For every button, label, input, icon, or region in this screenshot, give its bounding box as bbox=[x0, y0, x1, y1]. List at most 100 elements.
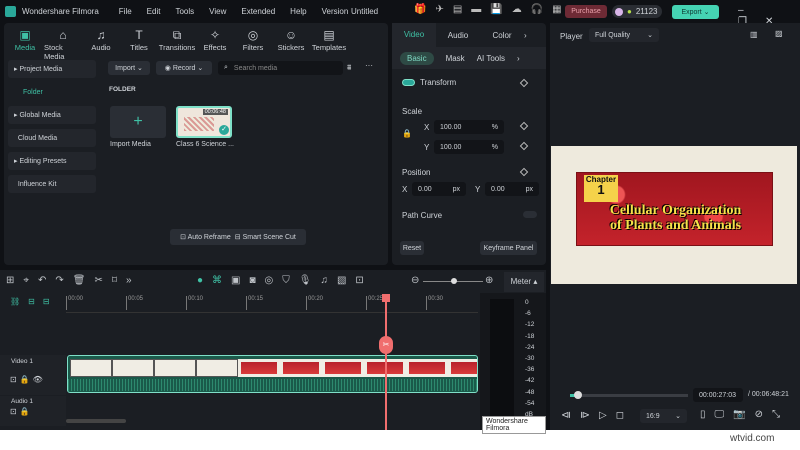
ruler-tick: 00:25 bbox=[366, 296, 383, 310]
video-clip[interactable] bbox=[67, 355, 478, 393]
position-y-input[interactable]: 0.00 px bbox=[485, 182, 539, 196]
grid-icon[interactable]: ▥ bbox=[750, 30, 758, 39]
auto-reframe-button[interactable]: ⊡ Auto Reframe bbox=[180, 233, 231, 241]
menu-tools[interactable]: Tools bbox=[175, 7, 194, 16]
tab-stickers[interactable]: ☺ Stickers bbox=[272, 28, 310, 61]
meter-toggle[interactable]: Meter ▴ bbox=[504, 272, 544, 292]
tab-transitions[interactable]: ⧉ Transitions bbox=[158, 28, 196, 61]
tab-video[interactable]: Video bbox=[392, 23, 436, 47]
label: Project Media bbox=[19, 65, 63, 73]
chevron-right-icon[interactable]: › bbox=[517, 54, 520, 63]
chapter-tag: Chapter 1 bbox=[584, 175, 618, 202]
export-button[interactable]: Export ⌄ bbox=[672, 5, 719, 19]
clip-duration: 00:06:48 bbox=[202, 109, 228, 115]
timeline-scrollbar[interactable] bbox=[66, 419, 126, 423]
tab-audio[interactable]: Audio bbox=[436, 31, 480, 40]
path-curve-toggle[interactable] bbox=[523, 211, 537, 218]
menu-view[interactable]: View bbox=[209, 7, 226, 16]
tab-label: Titles bbox=[130, 43, 148, 52]
scale-y-input[interactable]: 100.00% bbox=[434, 140, 504, 154]
more-icon[interactable]: ··· bbox=[365, 61, 373, 70]
track-controls[interactable]: ⊡🔒 bbox=[10, 407, 33, 416]
zoom-in-icon[interactable]: ⊕ bbox=[485, 275, 493, 286]
credits-badge[interactable]: ● 21123 bbox=[612, 5, 662, 18]
ruler-tick: 00:00 bbox=[66, 296, 83, 310]
record-dropdown[interactable]: ◉ Record ⌄ bbox=[156, 61, 212, 75]
filmora-window: Wondershare Filmora File Edit Tools View Ext… bbox=[0, 0, 800, 434]
sidebar-folder[interactable]: Folder bbox=[8, 83, 96, 101]
scale-x-input[interactable]: 100.00% bbox=[434, 120, 504, 134]
lock-icon[interactable]: 🔒 bbox=[402, 129, 412, 138]
clip-frame bbox=[280, 359, 322, 377]
reset-button[interactable]: Reset bbox=[400, 241, 424, 255]
menu-edit[interactable]: Edit bbox=[147, 7, 161, 16]
media-sidebar: ▸ Project Media Folder ▸ Global Media Cl… bbox=[8, 60, 96, 198]
subtab-basic[interactable]: Basic bbox=[400, 51, 434, 65]
keyframe-icon[interactable] bbox=[519, 121, 529, 131]
sidebar-project-media[interactable]: ▸ Project Media bbox=[8, 60, 96, 78]
property-subtabs: Basic Mask AI Tools › bbox=[392, 47, 546, 69]
sidebar-item[interactable]: ▸ Global Media bbox=[8, 106, 96, 124]
tab-templates[interactable]: ▤ Templates bbox=[310, 28, 348, 61]
tab-filters[interactable]: ◎ Filters bbox=[234, 28, 272, 61]
import-media-button[interactable]: + bbox=[110, 106, 166, 138]
image-icon[interactable]: ▨ bbox=[775, 29, 783, 38]
current-time[interactable]: 00:00:27:03 bbox=[693, 388, 743, 402]
keyframe-icon[interactable] bbox=[519, 141, 529, 151]
track-controls[interactable]: ⊡🔒👁 bbox=[10, 375, 46, 384]
tab-label: Stickers bbox=[277, 43, 305, 52]
keyframe-icon[interactable] bbox=[519, 167, 529, 177]
purchase-button[interactable]: Purchase bbox=[565, 5, 607, 18]
watermark: wtvid.com bbox=[730, 433, 775, 444]
tab-effects[interactable]: ✧ Effects bbox=[196, 28, 234, 61]
audio-meter: 0 -6 -12 -18 -24 -30 -36 -42 -48 -54 dB bbox=[480, 293, 546, 430]
playback-controls[interactable]: ⧏⧐▷◻ bbox=[561, 410, 633, 421]
import-dropdown[interactable]: Import ⌄ bbox=[108, 61, 150, 75]
scissors-icon[interactable]: ✂ bbox=[379, 336, 393, 354]
smart-scene-cut-button[interactable]: ⊟ Smart Scene Cut bbox=[235, 233, 296, 241]
toolbar-icons[interactable]: 🎁✈▤▬💾☁🎧▦ bbox=[414, 4, 571, 15]
audio-track-header: Audio 1 ⊡🔒 bbox=[0, 396, 66, 426]
keyframe-icon[interactable] bbox=[519, 78, 529, 88]
title-bar: Wondershare Filmora File Edit Tools View Ext… bbox=[0, 0, 800, 27]
label: Record bbox=[172, 64, 196, 72]
subtab-mask[interactable]: Mask bbox=[446, 54, 465, 63]
sidebar-item[interactable]: Influence Kit bbox=[8, 175, 96, 193]
playhead[interactable]: ✂ bbox=[379, 294, 393, 430]
video-banner: Chapter 1 Cellular Organization of Plants … bbox=[576, 172, 773, 246]
playback-slider[interactable] bbox=[570, 391, 688, 399]
filter-icon[interactable]: ⩩ bbox=[347, 63, 351, 73]
timeline-ruler[interactable]: 00:00 00:05 00:10 00:15 00:20 00:25 00:30 bbox=[66, 293, 478, 313]
keyframe-panel-button[interactable]: Keyframe Panel bbox=[480, 241, 537, 255]
player-tools[interactable]: ▯🖵📷⊘⤡ bbox=[700, 409, 789, 420]
menu-file[interactable]: File bbox=[119, 7, 132, 16]
credit-icon: ● bbox=[627, 7, 632, 16]
sidebar-item[interactable]: Cloud Media bbox=[8, 129, 96, 147]
aspect-ratio-dropdown[interactable]: 16:9 ⌄ bbox=[640, 409, 687, 423]
tab-stock-media[interactable]: ⌂ Stock Media bbox=[44, 28, 82, 61]
label: Global Media bbox=[19, 111, 61, 119]
tab-media[interactable]: ▣ Media bbox=[6, 28, 44, 61]
ai-tools[interactable]: ●⌘▣◙◎⛉🎙♫▧⊡ bbox=[197, 275, 373, 286]
tab-color[interactable]: Color bbox=[480, 31, 524, 40]
menu-version[interactable]: Version bbox=[322, 7, 349, 16]
quality-dropdown[interactable]: Full Quality ⌄ bbox=[589, 28, 659, 42]
track-tools[interactable]: ⛓⊟⊟ bbox=[10, 297, 58, 306]
tab-audio[interactable]: ♫ Audio bbox=[82, 28, 120, 61]
edit-tools[interactable]: ⊞⌖↶↷🗑✂⌑» bbox=[6, 275, 141, 286]
media-clip-thumbnail[interactable]: 00:06:48 ✓ bbox=[176, 106, 232, 138]
position-x-input[interactable]: 0.00 px bbox=[412, 182, 466, 196]
zoom-slider[interactable] bbox=[423, 278, 483, 284]
sidebar-item[interactable]: ▸ Editing Presets bbox=[8, 152, 96, 170]
chevron-right-icon[interactable]: › bbox=[524, 31, 527, 40]
menu-help[interactable]: Help bbox=[290, 7, 306, 16]
avatar bbox=[615, 7, 623, 16]
menu-extended[interactable]: Extended bbox=[241, 7, 275, 16]
subtab-ai-tools[interactable]: AI Tools bbox=[477, 54, 505, 63]
tab-titles[interactable]: T Titles bbox=[120, 28, 158, 61]
meter-tick: -18 bbox=[525, 332, 535, 340]
search-input[interactable]: ⌕ Search media bbox=[218, 61, 343, 75]
stickers-icon: ☺ bbox=[284, 28, 298, 42]
zoom-out-icon[interactable]: ⊖ bbox=[411, 275, 419, 286]
transform-toggle[interactable] bbox=[402, 79, 415, 86]
